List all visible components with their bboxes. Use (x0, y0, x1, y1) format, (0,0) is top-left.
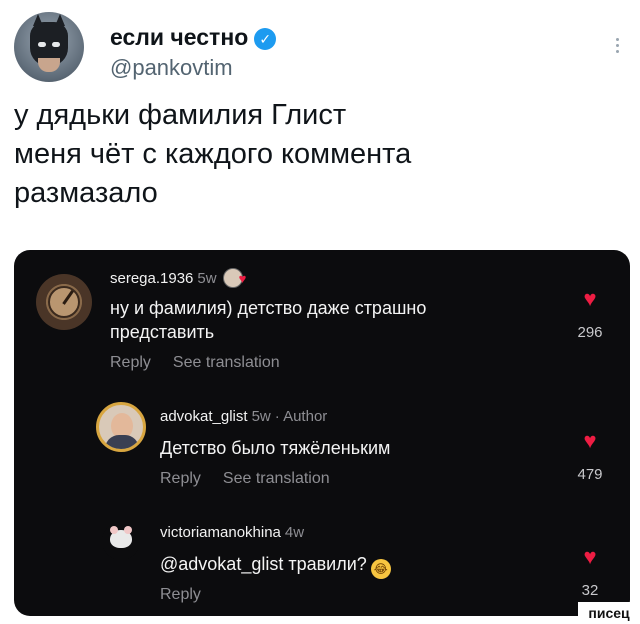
author-avatar[interactable] (14, 12, 84, 82)
tweet-line: меня чёт с каждого коммента (14, 138, 412, 170)
heart-icon[interactable]: ♥ (570, 430, 610, 452)
comment-age: 5w (197, 270, 217, 287)
commenter-avatar[interactable] (36, 274, 92, 330)
mask-eye (38, 42, 46, 47)
comment-username[interactable]: advokat_glist 5w · Author (160, 408, 327, 425)
like-count: 479 (577, 466, 603, 483)
username-text: victoriamanokhina (160, 524, 281, 541)
comment-text: ну и фамилия) детство даже страшно предс… (110, 296, 426, 344)
verified-badge-icon: ✓ (254, 28, 277, 50)
like-control[interactable]: ♥ 32 (570, 546, 610, 600)
author-handle[interactable]: @pankovtim (110, 55, 233, 81)
comment-line: представить (110, 322, 215, 342)
rat-ear (110, 526, 118, 534)
heart-icon[interactable]: ♥ (570, 546, 610, 568)
heart-icon[interactable]: ♥ (570, 288, 610, 310)
comment-username[interactable]: serega.1936 5w ♥ (110, 268, 246, 288)
comment-line: @advokat_glist травили? (160, 554, 367, 574)
laughing-emoji-icon: 😂 (370, 559, 391, 579)
comment-age: 4w (284, 524, 305, 541)
heart-icon: ♥ (238, 271, 247, 286)
comment-line: ну и фамилия) детство даже страшно (110, 298, 427, 318)
tweet-text: у дядьки фамилия Глист меня чёт с каждог… (14, 96, 614, 213)
see-translation-button[interactable]: See translation (173, 354, 280, 371)
comment-username[interactable]: victoriamanokhina 4w (160, 524, 304, 541)
rat-ear (124, 526, 132, 534)
comment-text: @advokat_glist травили? 😂 (160, 552, 391, 579)
reply-button[interactable]: Reply (160, 470, 201, 487)
comment-actions: Reply See translation (110, 354, 302, 372)
mask-eye (52, 42, 60, 47)
author-tag: · Author (274, 408, 328, 425)
commenter-avatar[interactable] (102, 522, 140, 560)
like-count: 296 (577, 324, 603, 341)
reply-button[interactable]: Reply (160, 586, 201, 603)
more-options-icon[interactable] (614, 38, 620, 53)
commenter-avatar[interactable] (96, 402, 146, 452)
like-control[interactable]: ♥ 479 (570, 430, 610, 484)
tweet-line: размазало (14, 177, 158, 209)
like-count: 32 (581, 582, 599, 599)
comment-actions: Reply (160, 586, 223, 604)
comment-age: 5w (251, 408, 271, 425)
comment-line: Детство было тяжёленьким (160, 438, 391, 458)
like-control[interactable]: ♥ 296 (570, 288, 610, 342)
author-display-name[interactable]: если честно ✓ (110, 24, 277, 51)
reply-button[interactable]: Reply (110, 354, 151, 371)
tweet-header: если честно ✓ @pankovtim (14, 12, 626, 84)
username-text: advokat_glist (160, 408, 248, 425)
author-name-text: если честно (110, 24, 249, 50)
watermark: писец (578, 602, 640, 624)
comments-screenshot: serega.1936 5w ♥ ну и фамилия) детство даж… (14, 250, 630, 616)
username-text: serega.1936 (110, 270, 194, 287)
avatar-body (105, 435, 139, 449)
comment-actions: Reply See translation (160, 470, 352, 488)
tweet-line: у дядьки фамилия Глист (14, 99, 347, 131)
comment-text: Детство было тяжёленьким (160, 436, 390, 460)
see-translation-button[interactable]: See translation (223, 470, 330, 487)
avatar-chin (38, 58, 60, 72)
